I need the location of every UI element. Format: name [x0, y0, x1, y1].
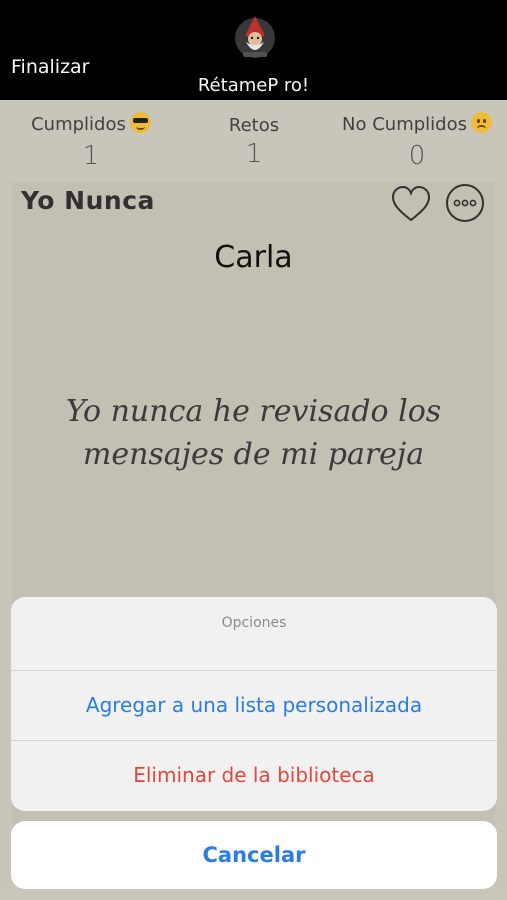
action-sheet-title: Opciones [11, 597, 497, 671]
cancel-button[interactable]: Cancelar [11, 821, 497, 889]
add-to-custom-list-button[interactable]: Agregar a una lista personalizada [11, 671, 497, 741]
options-action-sheet: Opciones Agregar a una lista personaliza… [11, 597, 497, 811]
remove-from-library-button[interactable]: Eliminar de la biblioteca [11, 741, 497, 810]
